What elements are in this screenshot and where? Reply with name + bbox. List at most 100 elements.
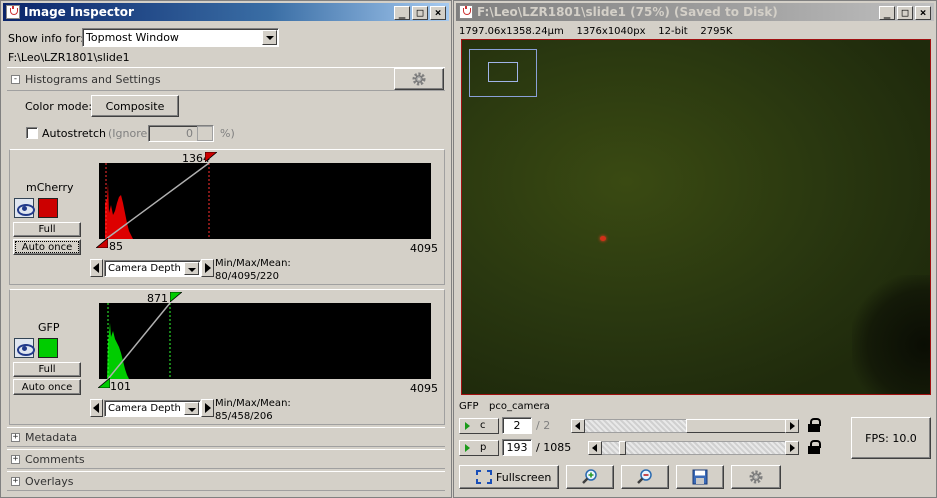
java-app-icon [459,5,473,19]
axis-max-label: 4095 [410,382,438,395]
show-info-select[interactable]: Topmost Window [82,28,279,47]
show-info-value: Topmost Window [86,31,179,44]
min-marker-value: 101 [110,380,131,393]
histogram-bars [107,323,129,379]
p-axis-scroll-thumb[interactable] [619,441,626,455]
ignore-label: (Ignore [108,127,148,140]
c-axis-total: / 2 [536,419,551,432]
close-button[interactable]: × [430,6,446,20]
chevron-down-icon[interactable] [184,402,199,415]
floppy-disk-icon [692,469,708,485]
scroll-right-arrow[interactable] [785,419,799,433]
full-button-label: Full [38,364,56,375]
minimize-button[interactable]: _ [879,6,895,20]
c-axis-label: c [480,420,486,431]
viewer-settings-button[interactable] [731,465,781,489]
full-button-label: Full [38,224,56,235]
p-axis-value: 193 [506,441,528,454]
zoom-in-icon [582,469,597,484]
depth-prev-button[interactable] [90,259,103,277]
maximize-button[interactable]: □ [412,6,428,20]
depth-next-button[interactable] [201,259,214,277]
expand-icon[interactable]: + [11,455,20,464]
histogram-mcherry[interactable] [99,163,431,239]
scroll-right-arrow[interactable] [785,441,799,455]
p-axis-position-input[interactable]: 193 [502,439,532,456]
zoom-out-button[interactable] [621,465,669,489]
full-button[interactable]: Full [13,222,81,237]
stats-value: 80/4095/220 [215,271,279,282]
viewer-title: F:\Leo\LZR1801\slide1 (75%) (Saved to Di… [477,5,778,19]
expand-icon[interactable]: + [11,477,20,486]
gear-icon [749,470,763,484]
zoom-in-button[interactable] [566,465,614,489]
depth-value: Camera Depth [108,403,181,414]
scroll-left-arrow[interactable] [588,441,602,455]
autostretch-checkbox[interactable] [26,127,38,139]
metadata-section-header[interactable]: + Metadata [7,427,445,447]
chevron-down-icon[interactable] [262,30,277,45]
c-axis-play-button[interactable]: c [459,418,499,434]
image-canvas[interactable] [461,39,931,395]
overlays-section-header[interactable]: + Overlays [7,471,445,491]
fullscreen-icon [476,470,492,484]
channel-color-swatch[interactable] [38,198,58,218]
color-mode-button[interactable]: Composite [91,95,179,117]
min-triangle-icon[interactable] [98,378,110,388]
ignore-spinner[interactable] [197,126,213,141]
visibility-eye-icon[interactable] [14,338,35,358]
p-axis-scrollbar[interactable] [588,441,799,455]
p-axis-play-button[interactable]: p [459,440,499,456]
fps-button[interactable]: FPS: 10.0 [851,417,931,459]
chevron-down-icon[interactable] [184,262,199,275]
maximize-button[interactable]: □ [897,6,913,20]
comments-section-header[interactable]: + Comments [7,449,445,469]
c-axis-scrollbar[interactable] [571,419,799,433]
expand-icon[interactable]: + [11,433,20,442]
scroll-left-arrow[interactable] [571,419,585,433]
full-button[interactable]: Full [13,362,81,377]
auto-once-button[interactable]: Auto once [13,379,81,395]
gamma-curve [107,303,171,379]
fullscreen-button[interactable]: Fullscreen [459,465,559,489]
c-axis-scroll-thumb[interactable] [686,419,786,433]
collapse-icon[interactable]: - [11,75,20,84]
fullscreen-label: Fullscreen [496,470,552,484]
minimize-button[interactable]: _ [394,6,410,20]
c-axis-position-input[interactable]: 2 [502,417,532,434]
settings-gear-button[interactable] [394,68,444,90]
depth-select[interactable]: Camera Depth [104,400,201,417]
channel-name: mCherry [26,181,74,194]
image-viewer-window: F:\Leo\LZR1801\slide1 (75%) (Saved to Di… [453,0,937,498]
stats-label: Min/Max/Mean: [215,258,291,269]
histograms-section-header[interactable]: - Histograms and Settings [7,67,445,91]
channel-label: GFP [459,401,479,412]
depth-next-button[interactable] [201,399,214,417]
navigator-overview[interactable] [469,49,537,97]
inspector-titlebar[interactable]: Image Inspector _ □ × [3,3,449,21]
channel-color-swatch[interactable] [38,338,58,358]
depth-select[interactable]: Camera Depth [104,260,201,277]
image-dark-region [852,275,930,394]
depth-value: Camera Depth [108,263,181,274]
depth-prev-button[interactable] [90,399,103,417]
close-button[interactable]: × [915,6,931,20]
c-axis-lock-icon[interactable] [806,417,822,433]
stats-label: Min/Max/Mean: [215,398,291,409]
max-triangle-icon[interactable] [170,292,182,302]
channel-panel-gfp: GFP Full Auto once 871 101 4095 Camera D… [9,289,445,425]
inspector-title: Image Inspector [24,5,134,19]
navigator-viewport[interactable] [488,62,518,82]
channel-name: GFP [38,321,60,334]
auto-once-button[interactable]: Auto once [13,239,81,255]
image-size-px: 1376x1040px [576,26,646,37]
histogram-gfp[interactable] [99,303,431,379]
viewer-titlebar[interactable]: F:\Leo\LZR1801\slide1 (75%) (Saved to Di… [456,3,934,21]
min-triangle-icon[interactable] [96,238,108,248]
p-axis-lock-icon[interactable] [806,439,822,455]
max-triangle-icon[interactable] [205,152,217,162]
visibility-eye-icon[interactable] [14,198,35,218]
auto-once-label: Auto once [21,241,73,253]
stats-value: 85/458/206 [215,411,273,422]
save-button[interactable] [676,465,724,489]
